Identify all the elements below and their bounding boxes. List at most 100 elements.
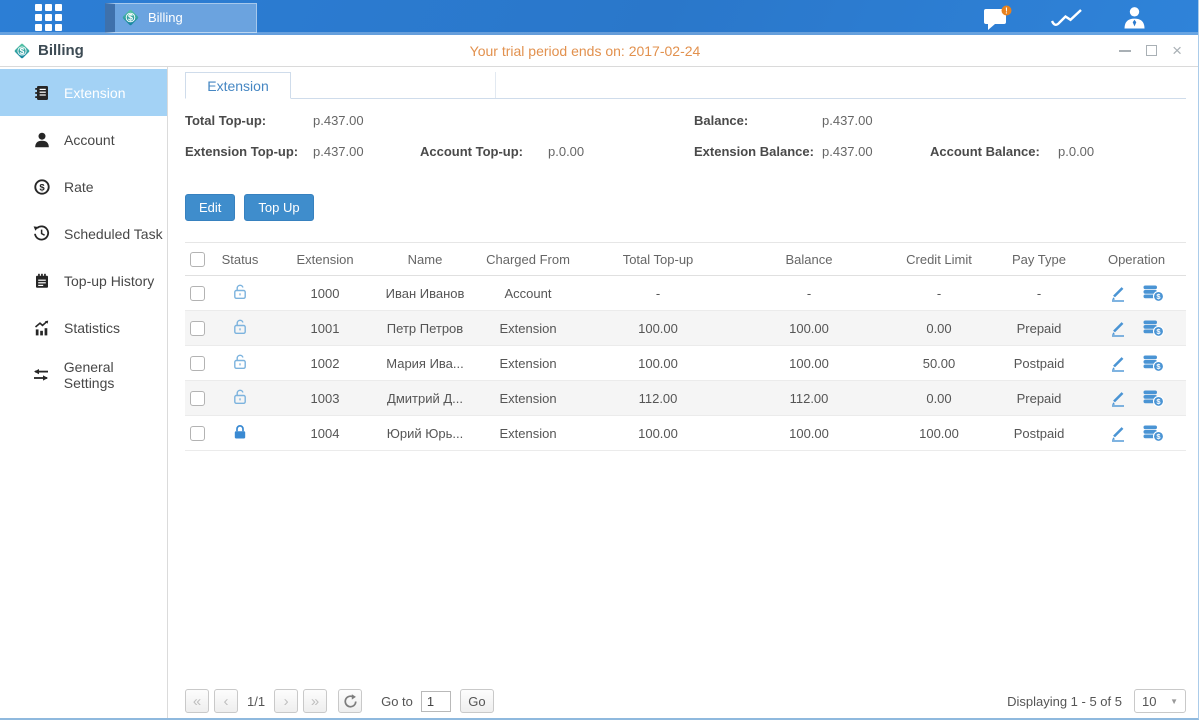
sidebar-item-label: Account: [64, 132, 115, 148]
billing-dollar-diamond-icon: $: [121, 8, 140, 27]
summary-extension-topup: Extension Top-up: p.437.00: [185, 143, 420, 160]
cell-total-topup: 112.00: [585, 381, 731, 416]
summary-value: p.0.00: [1058, 143, 1094, 160]
cell-extension: 1004: [271, 416, 379, 451]
taskbar-tab-billing[interactable]: $ Billing: [105, 3, 257, 33]
sidebar-item-account[interactable]: Account: [0, 116, 167, 163]
statistics-chart-icon: [32, 320, 51, 336]
top-up-row-icon[interactable]: $: [1143, 285, 1164, 302]
sidebar-item-label: General Settings: [64, 359, 167, 391]
reports-chart-icon[interactable]: [1050, 6, 1084, 30]
summary-total-topup: Total Top-up: p.437.00: [185, 112, 420, 129]
previous-page-button[interactable]: ‹: [214, 689, 238, 713]
cell-credit-limit: 100.00: [887, 416, 991, 451]
cell-total-topup: -: [585, 276, 731, 311]
cell-balance: -: [731, 276, 887, 311]
select-all-checkbox[interactable]: [190, 252, 205, 267]
row-checkbox[interactable]: [190, 356, 205, 371]
sidebar-item-label: Statistics: [64, 320, 120, 336]
main-content: Extension Total Top-up: p.437.00 Balance…: [168, 67, 1198, 718]
go-button[interactable]: Go: [460, 689, 494, 713]
summary-value: p.0.00: [548, 143, 584, 160]
edit-row-icon[interactable]: [1109, 355, 1127, 372]
cell-credit-limit: 0.00: [887, 311, 991, 346]
edit-row-icon[interactable]: [1109, 285, 1127, 302]
summary-label: Total Top-up:: [185, 112, 313, 129]
table-row: 1002 Мария Ива... Extension 100.00 100.0…: [185, 346, 1186, 381]
edit-row-icon[interactable]: [1109, 425, 1127, 442]
first-page-button[interactable]: «: [185, 689, 209, 713]
cell-balance: 112.00: [731, 381, 887, 416]
extension-ledger-icon: [32, 85, 51, 101]
cell-name: Петр Петров: [379, 311, 471, 346]
summary-value: p.437.00: [822, 143, 873, 160]
status-unlocked-icon: [232, 283, 248, 300]
displaying-text: Displaying 1 - 5 of 5: [1007, 694, 1122, 709]
cell-extension: 1002: [271, 346, 379, 381]
refresh-button[interactable]: [338, 689, 362, 713]
extensions-table: Status Extension Name Charged From Total…: [185, 242, 1186, 451]
sidebar-item-topup-history[interactable]: Top-up History: [0, 257, 167, 304]
cell-charged-from: Extension: [471, 311, 585, 346]
user-account-icon[interactable]: [1121, 5, 1148, 31]
top-up-row-icon[interactable]: $: [1143, 355, 1164, 372]
status-unlocked-icon: [232, 318, 248, 335]
cell-extension: 1001: [271, 311, 379, 346]
window-controls: ×: [1119, 45, 1198, 56]
close-icon[interactable]: ×: [1172, 45, 1182, 56]
edit-row-icon[interactable]: [1109, 320, 1127, 337]
cell-total-topup: 100.00: [585, 416, 731, 451]
table-row: 1004 Юрий Юрь... Extension 100.00 100.00…: [185, 416, 1186, 451]
cell-balance: 100.00: [731, 311, 887, 346]
page-size-select[interactable]: 10 ▼: [1134, 689, 1186, 713]
top-up-row-icon[interactable]: $: [1143, 390, 1164, 407]
cell-balance: 100.00: [731, 346, 887, 381]
notepad-icon: [32, 273, 51, 289]
last-page-button[interactable]: »: [303, 689, 327, 713]
window-title-group: $ Billing: [0, 42, 84, 60]
maximize-icon[interactable]: [1146, 45, 1157, 56]
svg-text:!: !: [1005, 6, 1008, 15]
topbar-right-icons: !: [982, 5, 1198, 31]
top-up-row-icon[interactable]: $: [1143, 425, 1164, 442]
cell-pay-type: Prepaid: [991, 311, 1087, 346]
summary-label: Balance:: [694, 112, 822, 129]
pagination-bar: « ‹ 1/1 › » Go to Go Displaying 1 - 5 of…: [185, 689, 1186, 713]
top-up-row-icon[interactable]: $: [1143, 320, 1164, 337]
tab-extension[interactable]: Extension: [185, 72, 291, 99]
sidebar-item-label: Top-up History: [64, 273, 154, 289]
summary-value: p.437.00: [313, 112, 364, 129]
sidebar-item-general-settings[interactable]: General Settings: [0, 351, 167, 398]
summary-label: Account Top-up:: [420, 143, 548, 160]
cell-name: Дмитрий Д...: [379, 381, 471, 416]
goto-page-input[interactable]: [421, 691, 451, 712]
top-up-button[interactable]: Top Up: [244, 194, 313, 221]
table-header-row: Status Extension Name Charged From Total…: [185, 243, 1186, 276]
sidebar-item-label: Rate: [64, 179, 94, 195]
column-header-total-topup: Total Top-up: [585, 243, 731, 276]
row-checkbox[interactable]: [190, 391, 205, 406]
svg-text:$: $: [128, 13, 133, 23]
window-title-bar: $ Billing Your trial period ends on: 201…: [0, 35, 1198, 67]
row-checkbox[interactable]: [190, 426, 205, 441]
cell-balance: 100.00: [731, 416, 887, 451]
sidebar-item-scheduled-task[interactable]: Scheduled Task: [0, 210, 167, 257]
window-body: Extension Account $ Rate: [0, 67, 1198, 718]
sidebar-item-statistics[interactable]: Statistics: [0, 304, 167, 351]
minimize-icon[interactable]: [1119, 50, 1131, 52]
row-checkbox[interactable]: [190, 321, 205, 336]
summary-account-topup: Account Top-up: p.0.00: [420, 143, 694, 160]
next-page-button[interactable]: ›: [274, 689, 298, 713]
edit-row-icon[interactable]: [1109, 390, 1127, 407]
billing-dollar-diamond-icon: $: [13, 42, 31, 60]
sidebar-item-extension[interactable]: Extension: [0, 69, 167, 116]
cell-pay-type: -: [991, 276, 1087, 311]
app-launcher-grid-icon[interactable]: [35, 4, 62, 31]
summary-account-balance: Account Balance: p.0.00: [930, 143, 1186, 160]
column-header-balance: Balance: [731, 243, 887, 276]
row-checkbox[interactable]: [190, 286, 205, 301]
messages-icon[interactable]: !: [982, 5, 1013, 31]
status-unlocked-icon: [232, 388, 248, 405]
edit-button[interactable]: Edit: [185, 194, 235, 221]
sidebar-item-rate[interactable]: $ Rate: [0, 163, 167, 210]
